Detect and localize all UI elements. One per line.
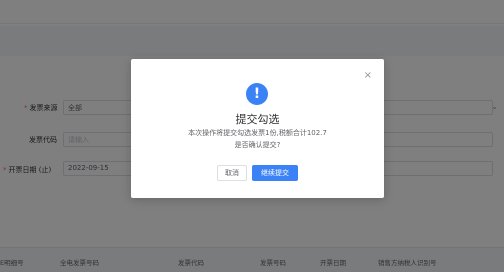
dialog-message: 本次操作将提交勾选发票1份,税额合计102.7 — [188, 129, 327, 137]
dialog-title: 提交勾选 — [235, 113, 280, 126]
close-icon[interactable]: × — [364, 71, 372, 81]
warning-icon: ! — [246, 83, 268, 105]
confirm-dialog: × ! 提交勾选 本次操作将提交勾选发票1份,税额合计102.7 是否确认提交?… — [131, 59, 384, 198]
cancel-button[interactable]: 取消 — [217, 165, 247, 181]
dialog-question: 是否确认提交? — [234, 141, 281, 149]
continue-submit-button[interactable]: 继续提交 — [252, 165, 298, 181]
